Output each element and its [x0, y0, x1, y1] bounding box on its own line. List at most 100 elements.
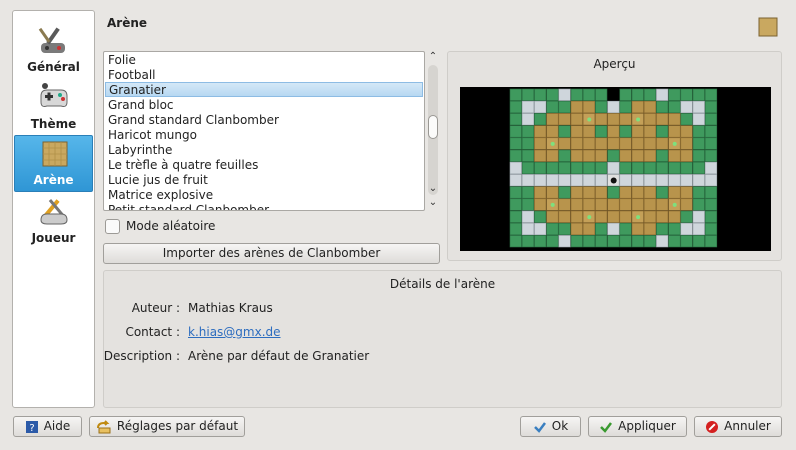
list-item[interactable]: Le trèfle à quatre feuilles [105, 158, 423, 173]
arena-tile [509, 125, 522, 138]
list-item[interactable]: Lucie jus de fruit [105, 173, 423, 188]
arena-tile [643, 88, 657, 101]
ok-label: Ok [551, 419, 569, 433]
arena-tile [595, 100, 608, 114]
arena-tile [619, 113, 632, 126]
arena-tile [680, 100, 693, 114]
arena-bonus-tile [672, 202, 677, 207]
apply-label: Appliquer [618, 419, 676, 433]
arena-tile [570, 161, 583, 175]
arena-tile [521, 174, 535, 187]
arena-tile [704, 174, 718, 187]
arena-tile [607, 235, 620, 248]
arena-tile [607, 210, 620, 223]
arena-tile [595, 161, 608, 175]
arena-tile [692, 222, 705, 236]
sidebar-item-general[interactable]: Général [14, 21, 93, 78]
arena-tile [595, 125, 608, 138]
arena-tile [631, 137, 644, 150]
help-button[interactable]: ? Aide [13, 416, 82, 437]
arena-tile [509, 88, 522, 101]
arena-tile [643, 198, 657, 211]
page-title: Arène [107, 16, 148, 30]
arena-tile [656, 137, 669, 150]
cancel-icon [706, 420, 719, 433]
arena-tile [680, 174, 693, 187]
cancel-button[interactable]: Annuler [694, 416, 782, 437]
scroll-down-end-arrow-icon[interactable]: ⌄ [426, 197, 440, 209]
arena-tile [534, 198, 547, 211]
list-item[interactable]: Grand bloc [105, 98, 423, 113]
arena-tile [607, 100, 620, 114]
list-item[interactable]: Haricot mungo [105, 128, 423, 143]
list-item[interactable]: Labyrinthe [105, 143, 423, 158]
general-tools-icon [38, 27, 65, 53]
arena-tile [521, 113, 535, 126]
arena-tile [692, 137, 705, 150]
random-mode-label[interactable]: Mode aléatoire [126, 219, 215, 233]
arena-tile [546, 149, 559, 162]
scrollbar-thumb[interactable] [428, 115, 438, 139]
details-title: Détails de l'arène [389, 277, 496, 291]
arena-tile [607, 222, 620, 236]
arena-tile [656, 161, 669, 175]
arena-tile [534, 210, 547, 223]
list-item[interactable]: Grand standard Clanbomber [105, 113, 423, 128]
arena-tile [595, 149, 608, 162]
sidebar-item-theme[interactable]: Thème [14, 78, 93, 135]
arena-tile [656, 88, 669, 101]
arena-tile [619, 222, 632, 236]
defaults-button[interactable]: Réglages par défaut [89, 416, 245, 437]
arena-tile [692, 125, 705, 138]
arena-tile [643, 210, 657, 223]
arena-tile [656, 125, 669, 138]
arena-tile [521, 210, 535, 223]
list-scrollbar[interactable]: ⌃ ⌄ ⌄ [426, 51, 440, 211]
arena-tile [546, 113, 559, 126]
list-item[interactable]: Folie [105, 53, 423, 68]
list-item-selected[interactable]: Granatier [105, 82, 423, 97]
arena-tile [680, 210, 693, 223]
arena-tile [546, 161, 559, 175]
arena-tile [558, 113, 571, 126]
arena-tile [521, 198, 535, 211]
contact-link[interactable]: k.hias@gmx.de [188, 325, 281, 339]
sidebar-item-arena[interactable]: Arène [14, 135, 93, 192]
arena-tile [521, 88, 535, 101]
list-item[interactable]: Football [105, 68, 423, 83]
arena-tile [631, 174, 644, 187]
random-mode-checkbox[interactable] [105, 219, 120, 234]
arena-tile [619, 235, 632, 248]
list-item[interactable]: Petit standard Clanbomber [105, 203, 423, 210]
arena-tile [680, 198, 693, 211]
help-icon: ? [25, 420, 38, 434]
arena-tile [607, 186, 620, 199]
arena-tile [570, 222, 583, 236]
arena-tile [656, 222, 669, 236]
player-tools-icon [40, 199, 68, 225]
sidebar-item-player[interactable]: Joueur [14, 192, 93, 249]
arena-bonus-tile [550, 141, 555, 146]
svg-text:?: ? [29, 423, 34, 434]
scroll-down-arrow-icon[interactable]: ⌄ [426, 183, 440, 195]
arena-tile [570, 88, 583, 101]
arena-tile [704, 149, 718, 162]
import-clanbomber-button[interactable]: Importer des arènes de Clanbomber [103, 243, 440, 264]
list-item[interactable]: Matrice explosive [105, 188, 423, 203]
arena-tile [668, 113, 681, 126]
apply-button[interactable]: Appliquer [588, 416, 687, 437]
theme-gamepad-icon [40, 83, 68, 107]
arena-tile [680, 222, 693, 236]
arena-tile [704, 137, 718, 150]
scroll-up-arrow-icon[interactable]: ⌃ [426, 51, 440, 63]
import-clanbomber-label: Importer des arènes de Clanbomber [162, 246, 381, 260]
preview-title: Aperçu [593, 57, 636, 71]
arena-tile [692, 235, 705, 248]
arena-tile [619, 161, 632, 175]
arena-tile [668, 161, 681, 175]
arena-list[interactable]: Folie Football Granatier Grand bloc Gran… [103, 51, 425, 211]
ok-button[interactable]: Ok [520, 416, 581, 437]
arena-tile [582, 222, 596, 236]
arena-tile [631, 222, 644, 236]
arena-tile [582, 161, 596, 175]
